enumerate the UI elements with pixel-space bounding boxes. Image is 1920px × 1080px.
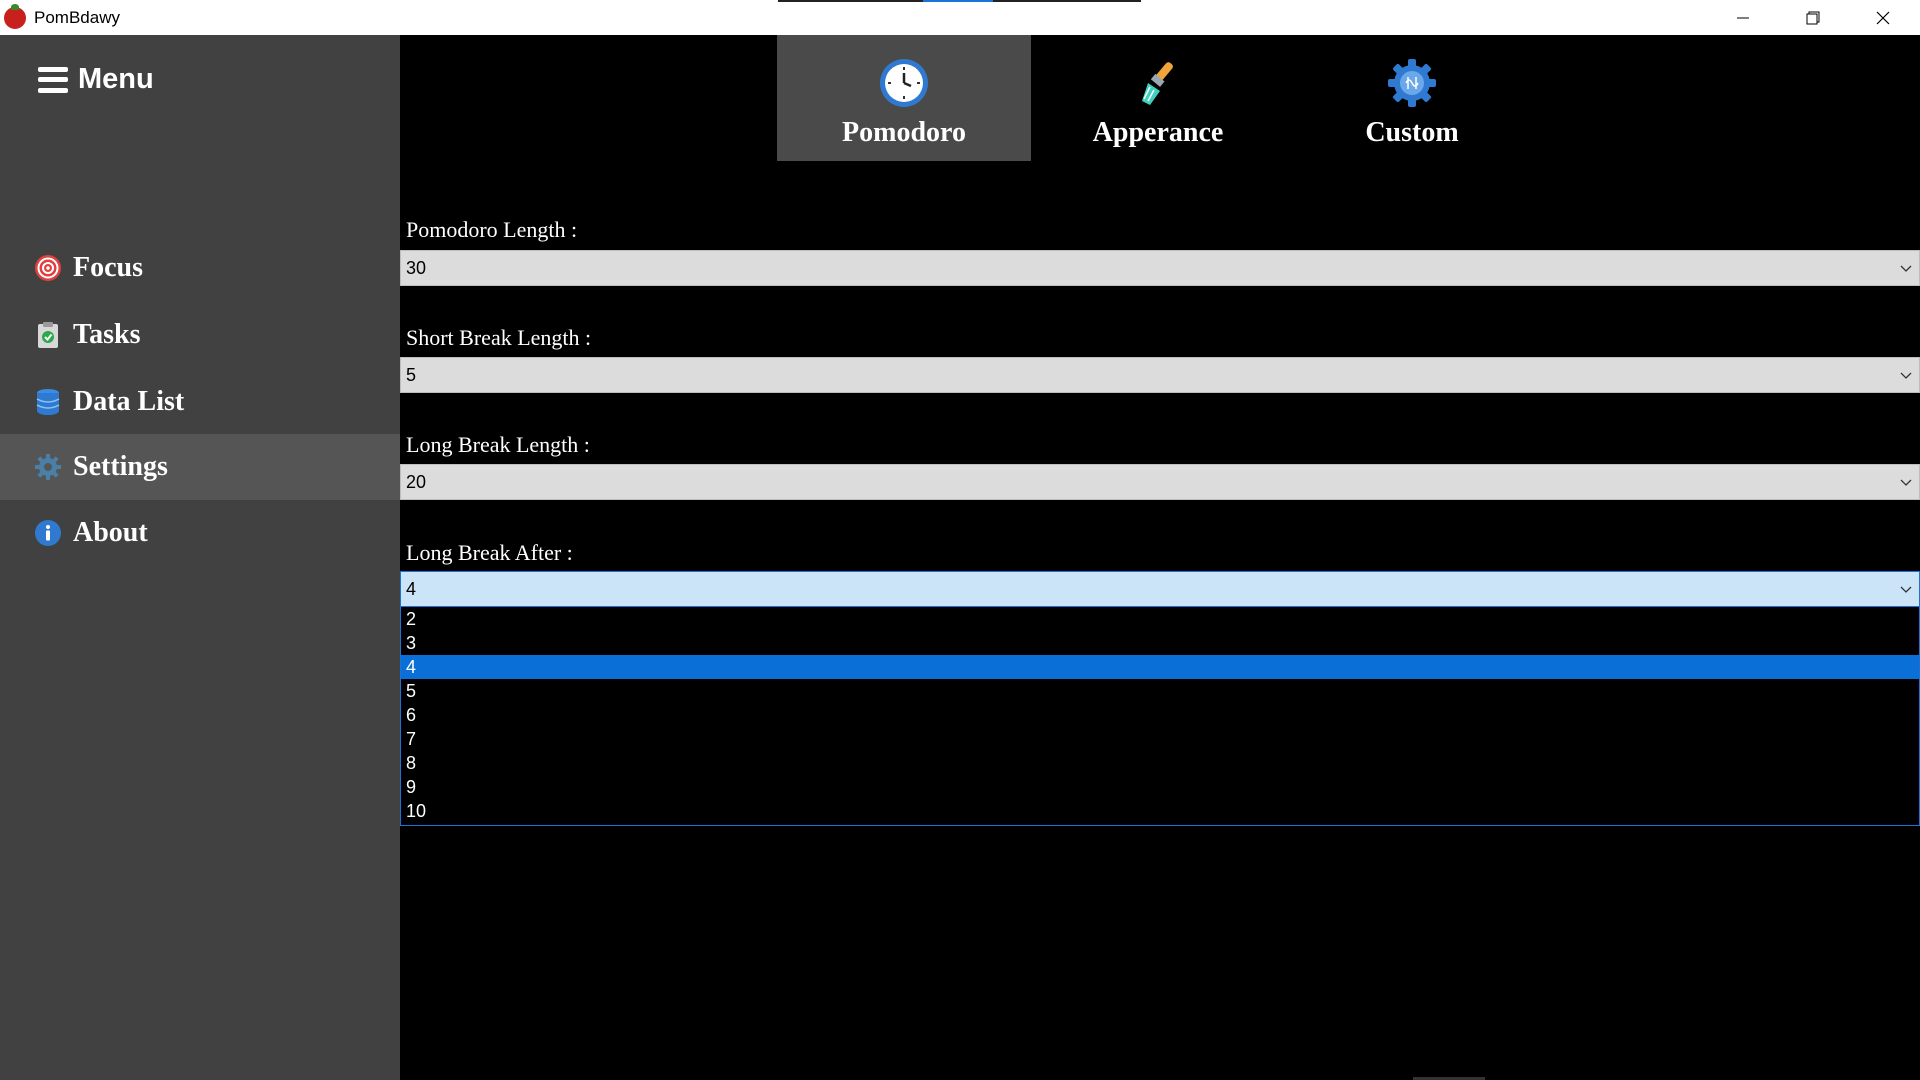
sidebar-item-label: About (73, 517, 148, 548)
chevron-down-icon (1900, 586, 1912, 593)
clock-icon (880, 59, 928, 107)
sidebar-item-tasks[interactable]: Tasks (0, 302, 400, 368)
sidebar-item-data-list[interactable]: Data List (0, 369, 400, 435)
long-break-length-label: Long Break Length : (406, 432, 590, 457)
chevron-down-icon (1900, 265, 1912, 272)
settings-tabs: Pomodoro Apperance Custom (777, 35, 1539, 161)
menu-toggle[interactable]: Menu (38, 63, 154, 96)
window-title: PomBdawy (34, 7, 120, 27)
database-icon (33, 387, 63, 417)
short-break-length-label: Short Break Length : (406, 325, 592, 350)
info-icon (33, 518, 63, 548)
sidebar-item-settings[interactable]: Settings (0, 434, 400, 500)
select-value: 4 (406, 578, 417, 599)
sidebar-item-label: Settings (73, 451, 168, 482)
menu-label: Menu (78, 63, 154, 95)
sidebar-item-label: Tasks (73, 319, 141, 350)
sidebar: Menu Focus Tasks Data List Settings Abou… (0, 35, 400, 1080)
chevron-down-icon (1900, 372, 1912, 379)
dropdown-option[interactable]: 8 (401, 751, 1919, 775)
clipboard-check-icon (33, 320, 63, 350)
long-break-after-dropdown: 2 3 4 5 6 7 8 9 10 (400, 607, 1920, 826)
tab-label: Pomodoro (842, 117, 966, 148)
gear-icon (33, 452, 63, 482)
pomodoro-length-label: Pomodoro Length : (406, 217, 578, 242)
long-break-after-select[interactable]: 4 (400, 571, 1920, 607)
dropdown-option-selected[interactable]: 4 (401, 655, 1919, 679)
long-break-length-select[interactable]: 20 (400, 464, 1920, 500)
long-break-after-label: Long Break After : (406, 540, 573, 565)
tab-label: Apperance (1092, 117, 1224, 148)
dropdown-option[interactable]: 9 (401, 775, 1919, 799)
minimize-icon (1737, 17, 1749, 18)
sidebar-item-label: Focus (73, 252, 143, 283)
dropdown-option[interactable]: 2 (401, 607, 1919, 631)
title-bar: PomBdawy (0, 0, 1920, 35)
restore-icon (1806, 11, 1820, 24)
minimize-button[interactable] (1708, 0, 1778, 35)
dropdown-option[interactable]: 7 (401, 727, 1919, 751)
tab-pomodoro[interactable]: Pomodoro (777, 35, 1031, 161)
tomato-app-icon (4, 3, 26, 29)
sidebar-item-label: Data List (73, 386, 185, 417)
select-value: 20 (406, 471, 427, 492)
tab-label: Custom (1365, 117, 1459, 148)
paintbrush-icon (1142, 62, 1173, 105)
dropdown-option[interactable]: 6 (401, 703, 1919, 727)
hamburger-icon (38, 66, 68, 93)
close-button[interactable] (1848, 0, 1918, 35)
dropdown-option[interactable]: 10 (401, 799, 1919, 823)
target-icon (33, 253, 63, 283)
chevron-down-icon (1900, 479, 1912, 486)
restore-button[interactable] (1778, 0, 1848, 35)
custom-gear-icon (1388, 59, 1436, 107)
select-value: 30 (406, 257, 427, 278)
tab-custom[interactable]: Custom (1285, 35, 1539, 161)
dropdown-option[interactable]: 3 (401, 631, 1919, 655)
top-indicator-bar (778, 0, 1141, 2)
select-value: 5 (406, 364, 417, 385)
dropdown-option[interactable]: 5 (401, 679, 1919, 703)
tab-apperance[interactable]: Apperance (1031, 35, 1285, 161)
sidebar-item-focus[interactable]: Focus (0, 235, 400, 301)
close-icon (1876, 11, 1890, 24)
short-break-length-select[interactable]: 5 (400, 357, 1920, 393)
pomodoro-length-select[interactable]: 30 (400, 250, 1920, 286)
sidebar-item-about[interactable]: About (0, 500, 400, 566)
